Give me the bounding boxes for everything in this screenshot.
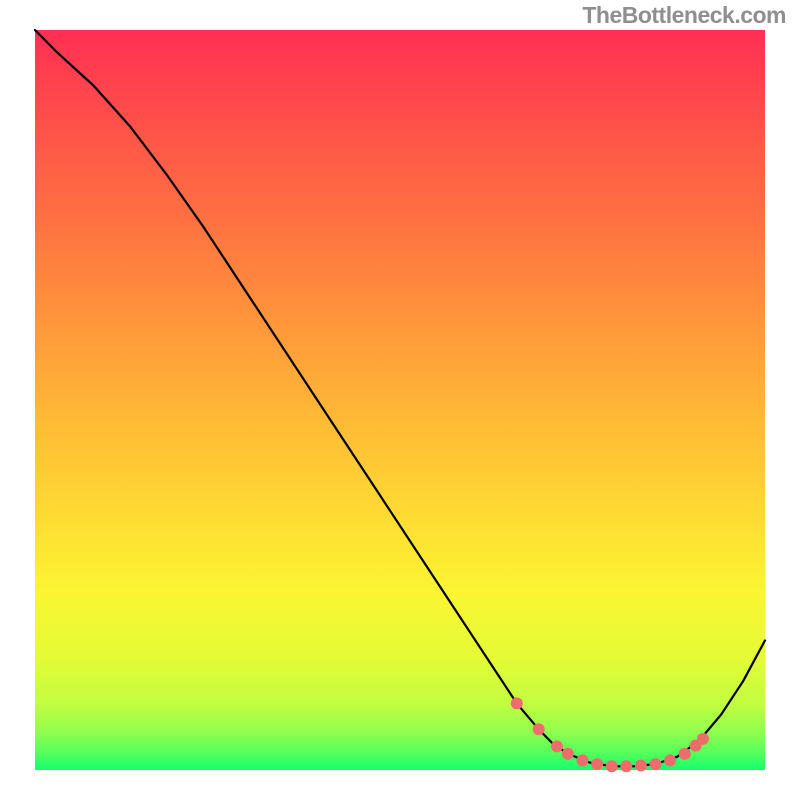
- marker-point: [679, 748, 691, 760]
- chart-container: TheBottleneck.com: [0, 0, 800, 800]
- gradient-plot-area: [35, 30, 765, 770]
- marker-point: [620, 760, 632, 772]
- marker-point: [533, 723, 545, 735]
- marker-point: [551, 740, 563, 752]
- marker-point: [562, 748, 574, 760]
- watermark-text: TheBottleneck.com: [582, 2, 786, 29]
- bottleneck-chart: [0, 0, 800, 800]
- marker-point: [697, 733, 709, 745]
- marker-point: [591, 758, 603, 770]
- marker-point: [635, 760, 647, 772]
- marker-point: [664, 754, 676, 766]
- marker-point: [511, 697, 523, 709]
- marker-point: [577, 754, 589, 766]
- marker-point: [606, 760, 618, 772]
- marker-point: [650, 758, 662, 770]
